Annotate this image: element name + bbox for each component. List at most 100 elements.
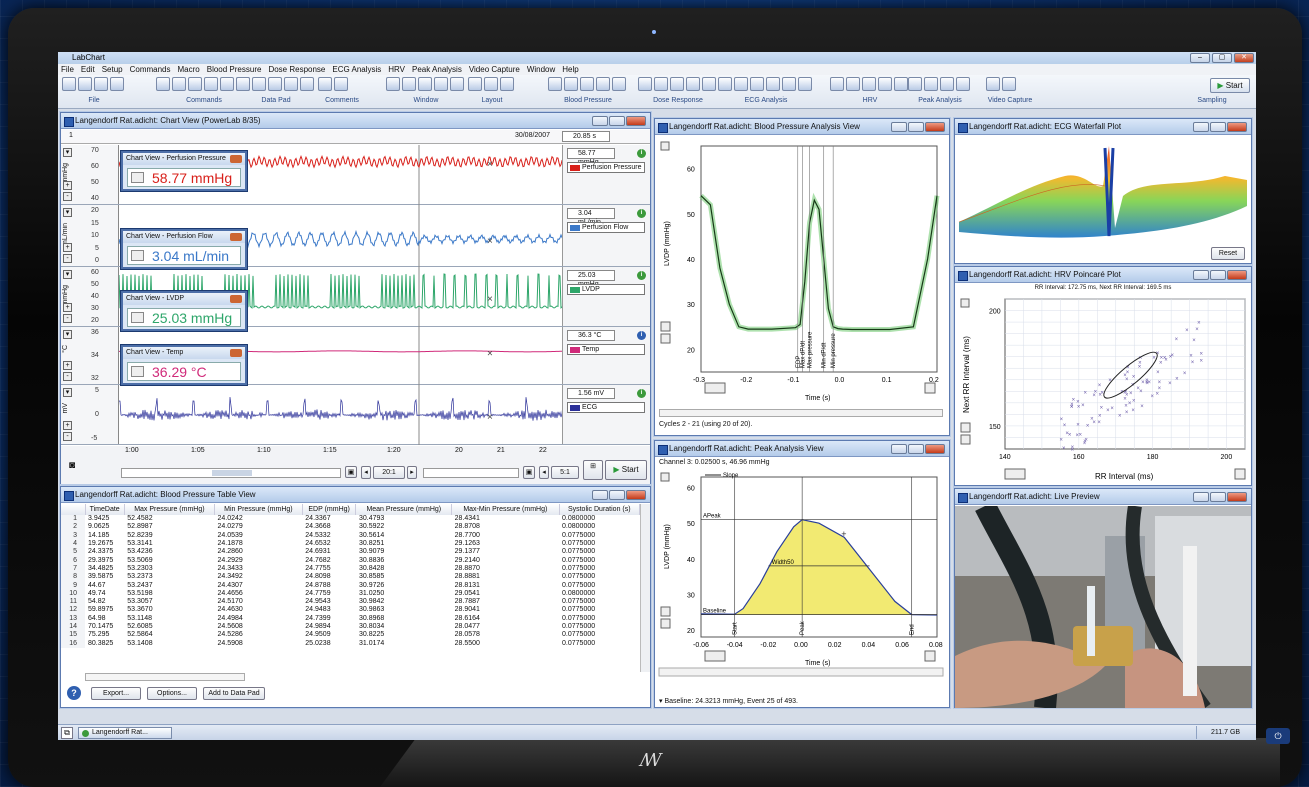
maximize-button[interactable] (908, 122, 924, 132)
menu-help[interactable]: Help (562, 65, 578, 74)
maximize-button[interactable] (1210, 270, 1226, 280)
toolbar-icon[interactable] (300, 77, 314, 91)
options-button[interactable]: Options... (147, 687, 197, 700)
toolbar-icon[interactable] (908, 77, 922, 91)
chart-start-button[interactable]: ▶ Start (605, 460, 647, 480)
setup-icon[interactable]: ⊞ (583, 460, 603, 480)
info-icon[interactable]: i (637, 149, 646, 158)
channel-selector[interactable]: Perfusion Pressure (567, 162, 645, 173)
value-popup-perfusion-flow[interactable]: Chart View - Perfusion Flow 3.04 mL/min (121, 229, 247, 269)
popup-close-button[interactable] (230, 295, 242, 303)
toolbar-icon[interactable] (386, 77, 400, 91)
toolbar-icon[interactable] (686, 77, 700, 91)
table-row[interactable]: 16 80.3825 53.1408 24.5908 25.0238 31.0174 28.… (61, 639, 640, 647)
zoom-out-button-2[interactable]: ▣ (523, 466, 535, 479)
toolbar-icon[interactable] (924, 77, 938, 91)
table-row[interactable]: 11 54.82 53.3057 24.5170 24.9543 30.9842 28.78… (61, 598, 640, 606)
table-row[interactable]: 3 14.185 52.8239 24.0539 24.5332 30.5614 28.77… (61, 532, 640, 540)
info-icon[interactable]: i (637, 331, 646, 340)
zoom-ratio-1[interactable]: 20:1 (373, 466, 405, 479)
toolbar-icon[interactable] (418, 77, 432, 91)
scale-down-button[interactable]: - (63, 254, 72, 263)
maximize-button[interactable]: ▢ (1212, 53, 1232, 63)
toolbar-icon[interactable] (564, 77, 578, 91)
table-row[interactable]: 10 49.74 53.5198 24.4656 24.7759 31.0250 29.05… (61, 590, 640, 598)
table-row[interactable]: 1 3.9425 52.4582 24.0242 24.3367 30.4793 28.43… (61, 515, 640, 523)
toolbar-icon[interactable] (78, 77, 92, 91)
column-header[interactable]: Max Pressure (mmHg) (124, 504, 214, 515)
scale-up-button[interactable]: + (63, 361, 72, 370)
scale-down-button[interactable]: - (63, 432, 72, 441)
horizontal-scrollbar-1[interactable] (121, 468, 341, 478)
toolbar-icon[interactable] (654, 77, 668, 91)
window-list-icon[interactable]: ⧉ (61, 727, 73, 739)
table-row[interactable]: 7 34.4825 53.2303 24.3433 24.7755 30.8428 28.8… (61, 565, 640, 573)
zoom-ratio-2[interactable]: 5:1 (551, 466, 579, 479)
table-row[interactable]: 12 59.8975 53.3670 24.4630 24.9483 30.9863 28.… (61, 606, 640, 614)
toolbar-icon[interactable] (862, 77, 876, 91)
minimize-button[interactable] (1193, 122, 1209, 132)
info-icon[interactable]: i (637, 271, 646, 280)
toolbar-icon[interactable] (782, 77, 796, 91)
channel-menu-button[interactable]: ▾ (63, 330, 72, 339)
table-horizontal-scrollbar[interactable] (85, 673, 245, 681)
scale-down-button[interactable]: - (63, 192, 72, 201)
toolbar-icon[interactable] (718, 77, 732, 91)
value-popup-lvdp[interactable]: Chart View - LVDP 25.03 mmHg (121, 291, 247, 331)
minimize-button[interactable] (1193, 270, 1209, 280)
reset-button[interactable]: Reset (1211, 247, 1245, 260)
menu-setup[interactable]: Setup (102, 65, 123, 74)
channel-selector[interactable]: ECG (567, 402, 645, 413)
close-button[interactable] (626, 116, 646, 126)
toolbar-icon[interactable] (484, 77, 498, 91)
toolbar-icon[interactable] (846, 77, 860, 91)
menu-blood-pressure[interactable]: Blood Pressure (207, 65, 262, 74)
column-header[interactable]: Systolic Duration (s) (559, 504, 639, 515)
menu-macro[interactable]: Macro (178, 65, 200, 74)
toolbar-icon[interactable] (204, 77, 218, 91)
toolbar-icon[interactable] (798, 77, 812, 91)
toolbar-icon[interactable] (156, 77, 170, 91)
table-row[interactable]: 6 29.3975 53.5069 24.2929 24.7682 30.8836 29.2… (61, 556, 640, 564)
info-icon[interactable]: i (637, 209, 646, 218)
vertical-scrollbar[interactable] (640, 504, 650, 672)
scroll-left-button-2[interactable]: ◂ (539, 466, 549, 479)
close-button[interactable] (1227, 492, 1247, 502)
toolbar-icon[interactable] (450, 77, 464, 91)
popup-close-button[interactable] (230, 349, 242, 357)
menu-file[interactable]: File (61, 65, 74, 74)
scroll-right-button[interactable]: ▸ (407, 466, 417, 479)
maximize-button[interactable] (1210, 492, 1226, 502)
toolbar-icon[interactable] (750, 77, 764, 91)
channel-menu-button[interactable]: ▾ (63, 208, 72, 217)
toolbar-icon[interactable] (986, 77, 1000, 91)
toolbar-icon[interactable] (612, 77, 626, 91)
toolbar-icon[interactable] (334, 77, 348, 91)
table-row[interactable]: 9 44.67 53.2437 24.4307 24.8788 30.9726 28.813… (61, 581, 640, 589)
value-popup-temp[interactable]: Chart View - Temp 36.29 °C (121, 345, 247, 385)
table-row[interactable]: 2 9.0625 52.8987 24.0279 24.3668 30.5922 28.87… (61, 523, 640, 531)
toolbar-icon[interactable] (500, 77, 514, 91)
toolbar-icon[interactable] (188, 77, 202, 91)
info-icon[interactable]: i (637, 389, 646, 398)
menu-commands[interactable]: Commands (130, 65, 171, 74)
close-button[interactable] (626, 490, 646, 500)
help-icon[interactable]: ? (67, 686, 81, 700)
column-header[interactable]: Mean Pressure (mmHg) (356, 504, 452, 515)
channel-menu-button[interactable]: ▾ (63, 148, 72, 157)
popup-close-button[interactable] (230, 233, 242, 241)
scroll-left-button[interactable]: ◂ (361, 466, 371, 479)
close-button[interactable] (925, 122, 945, 132)
toolbar-icon[interactable] (548, 77, 562, 91)
toolbar-icon[interactable] (956, 77, 970, 91)
export-button[interactable]: Export... (91, 687, 141, 700)
scale-down-button[interactable]: - (63, 314, 72, 323)
column-header[interactable]: Max-Min Pressure (mmHg) (452, 504, 559, 515)
table-row[interactable]: 5 24.3375 53.4236 24.2860 24.6931 30.9079 29.1… (61, 548, 640, 556)
minimize-button[interactable]: – (1190, 53, 1210, 63)
toolbar-icon[interactable] (702, 77, 716, 91)
toolbar-icon[interactable] (638, 77, 652, 91)
toolbar-icon[interactable] (670, 77, 684, 91)
scale-up-button[interactable]: + (63, 243, 72, 252)
toolbar-icon[interactable] (894, 77, 908, 91)
